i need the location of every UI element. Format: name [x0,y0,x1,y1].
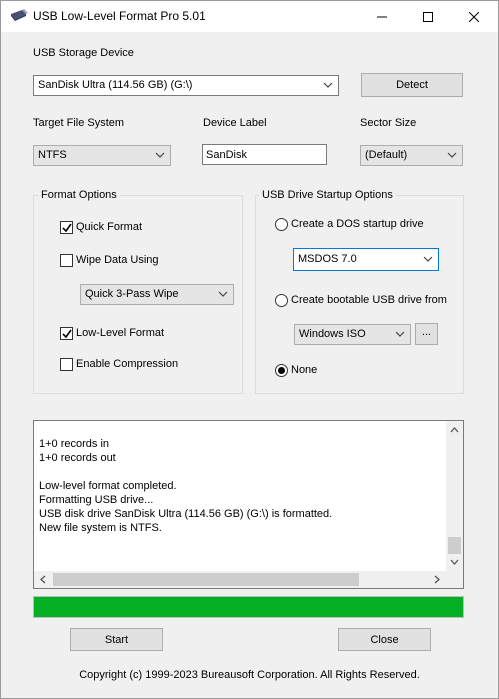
sector-size-dropdown[interactable]: (Default) [360,145,463,166]
log-line: USB disk drive SanDisk Ultra (114.56 GB)… [39,508,333,520]
bootable-source-value: Windows ISO [299,328,366,340]
log-line: 1+0 records in [39,438,110,450]
minimize-button[interactable] [359,1,405,32]
checkmark-icon [62,329,72,339]
enable-compression-label[interactable]: Enable Compression [76,358,178,370]
log-lines: 1+0 records in 1+0 records out Low-level… [39,437,332,535]
bootable-usb-radio[interactable] [275,294,288,307]
usb-device-dropdown[interactable]: SanDisk Ultra (114.56 GB) (G:\) [33,75,339,96]
horizontal-scrollbar[interactable] [34,571,446,588]
file-system-value: NTFS [38,149,67,161]
low-level-format-label[interactable]: Low-Level Format [76,327,164,339]
device-label-caption: Device Label [203,117,267,129]
scroll-down-icon[interactable] [450,559,459,565]
dos-startup-label[interactable]: Create a DOS startup drive [291,218,424,230]
usb-device-label: USB Storage Device [33,47,134,59]
log-line: Low-level format completed. [39,480,177,492]
dos-version-dropdown[interactable]: MSDOS 7.0 [293,248,439,271]
progress-bar [33,596,464,618]
maximize-button[interactable] [405,1,451,32]
none-label[interactable]: None [291,364,317,376]
scroll-right-icon[interactable] [434,575,440,584]
dos-version-value: MSDOS 7.0 [298,253,357,265]
bootable-source-dropdown[interactable]: Windows ISO [294,324,411,345]
detect-button[interactable]: Detect [361,73,463,97]
none-radio[interactable] [275,364,288,377]
chevron-down-icon [323,82,333,88]
file-system-label: Target File System [33,117,125,129]
maximize-icon [423,11,433,22]
wipe-data-checkbox[interactable] [60,254,73,267]
title-bar[interactable]: USB Low-Level Format Pro 5.01 [1,1,498,32]
scrollbar-corner [446,571,463,588]
quick-format-label[interactable]: Quick Format [76,221,142,233]
sector-size-value: (Default) [365,149,408,161]
start-button[interactable]: Start [70,628,163,651]
minimize-icon [377,16,387,17]
low-level-format-checkbox[interactable] [60,327,73,340]
log-output[interactable]: 1+0 records in 1+0 records out Low-level… [33,420,464,589]
wipe-method-dropdown[interactable]: Quick 3-Pass Wipe [80,284,234,305]
progress-fill [34,597,463,617]
usb-drive-icon [9,9,29,23]
log-line: Formatting USB drive... [39,494,154,506]
close-window-button[interactable] [451,1,497,32]
copyright-text: Copyright (c) 1999-2023 Bureausoft Corpo… [79,669,420,681]
dos-startup-radio[interactable] [275,218,288,231]
device-label-field[interactable] [202,144,327,165]
scroll-up-icon[interactable] [450,427,459,433]
usb-device-value: SanDisk Ultra (114.56 GB) (G:\) [38,79,193,91]
horizontal-scroll-thumb[interactable] [53,573,359,586]
browse-button[interactable]: ... [415,323,438,345]
startup-options-title: USB Drive Startup Options [259,189,396,201]
chevron-down-icon [447,152,457,158]
radio-selected-dot [278,367,285,374]
chevron-down-icon [155,152,165,158]
vertical-scroll-thumb[interactable] [448,537,461,554]
bootable-usb-label[interactable]: Create bootable USB drive from [291,294,447,306]
device-label-input[interactable] [203,145,326,164]
file-system-dropdown[interactable]: NTFS [33,145,171,166]
app-window: USB Low-Level Format Pro 5.01 USB Storag… [0,0,499,699]
chevron-down-icon [395,331,405,337]
close-icon [469,11,479,22]
scroll-left-icon[interactable] [40,575,46,584]
wipe-data-label[interactable]: Wipe Data Using [76,254,159,266]
chevron-down-icon [218,291,228,297]
chevron-down-icon [423,256,433,262]
wipe-method-value: Quick 3-Pass Wipe [85,288,179,300]
sector-size-label: Sector Size [360,117,417,129]
window-title: USB Low-Level Format Pro 5.01 [33,9,206,23]
checkmark-icon [62,223,72,233]
quick-format-checkbox[interactable] [60,221,73,234]
enable-compression-checkbox[interactable] [60,358,73,371]
close-button[interactable]: Close [338,628,431,651]
log-line: 1+0 records out [39,452,116,464]
vertical-scrollbar[interactable] [446,421,463,572]
log-line: New file system is NTFS. [39,522,162,534]
format-options-title: Format Options [38,189,120,201]
